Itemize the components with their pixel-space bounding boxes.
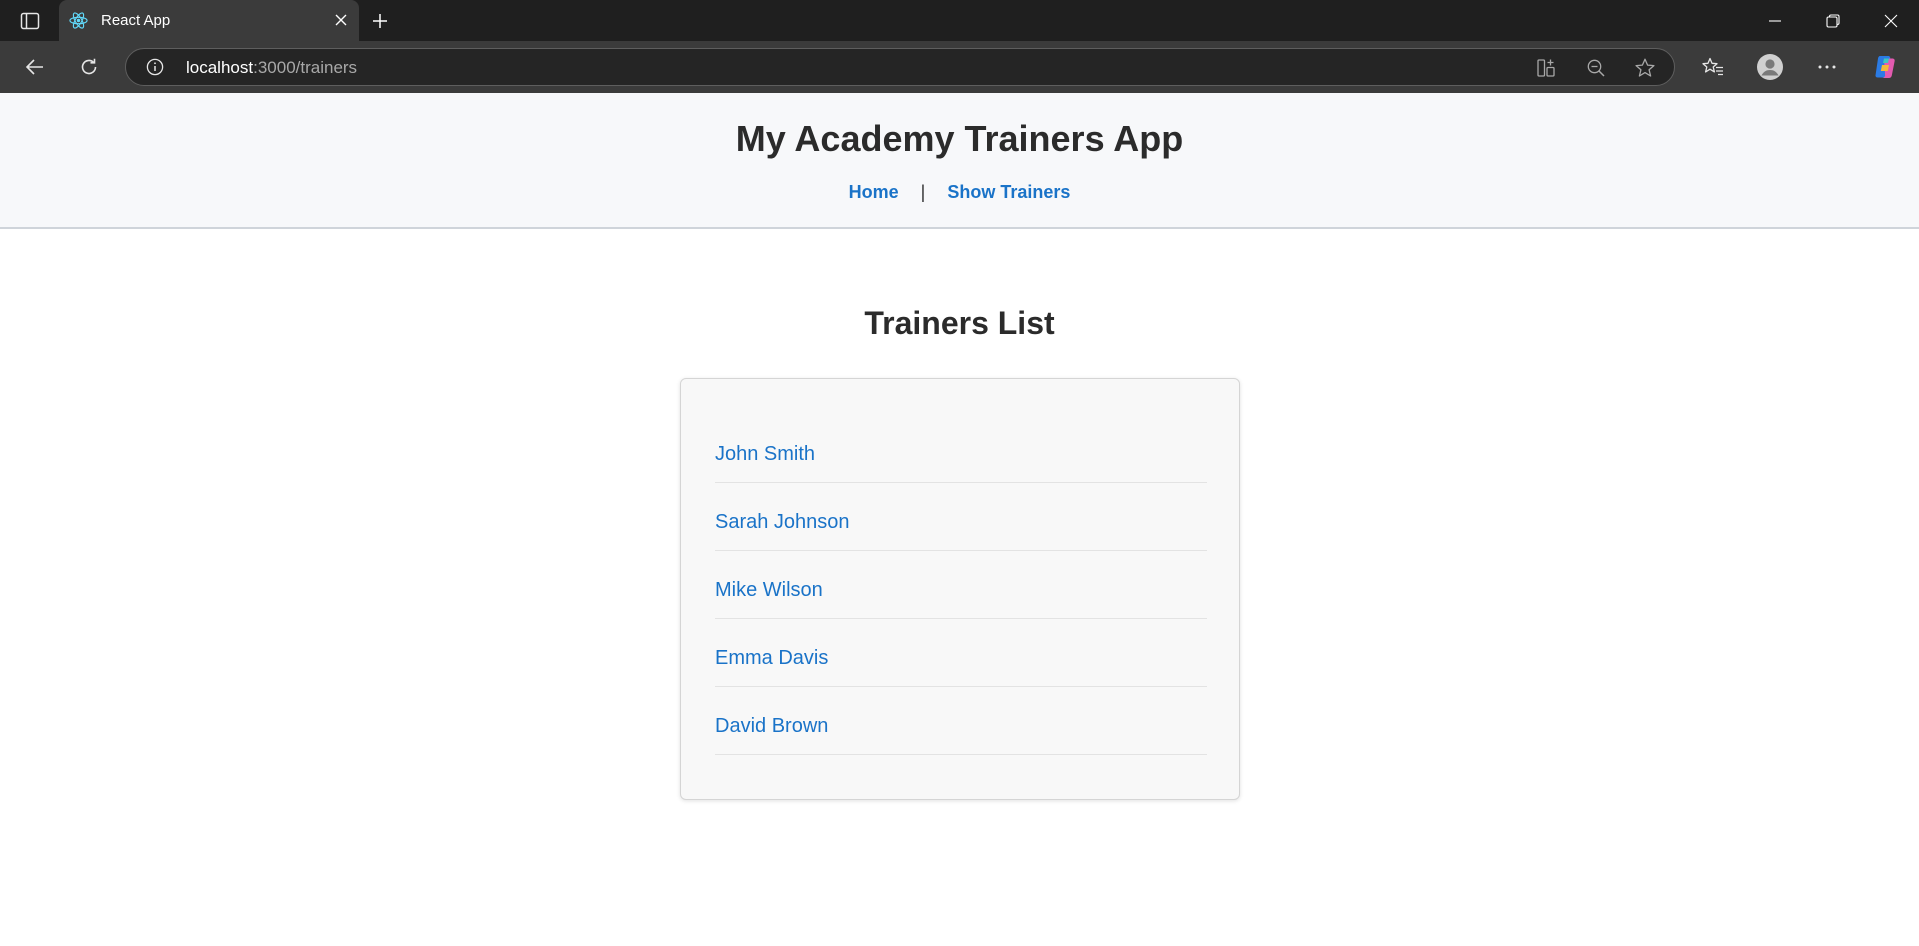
zoom-out-icon[interactable] <box>1585 57 1607 79</box>
minimize-icon[interactable] <box>1762 8 1788 34</box>
info-icon[interactable] <box>146 58 164 76</box>
app-title: My Academy Trainers App <box>735 118 1184 159</box>
tab-actions-icon[interactable] <box>14 8 46 34</box>
trainer-link[interactable]: David Brown <box>715 714 828 738</box>
copilot-icon[interactable] <box>1871 53 1899 81</box>
trainer-link[interactable]: Emma Davis <box>715 646 828 670</box>
nav-link-show-trainers[interactable]: Show Trainers <box>947 181 1070 203</box>
trainer-link[interactable]: Sarah Johnson <box>715 510 850 534</box>
trainer-link[interactable]: John Smith <box>715 442 815 466</box>
list-item: Mike Wilson <box>715 551 1207 619</box>
refresh-icon[interactable] <box>74 52 104 82</box>
profile-icon[interactable] <box>1756 53 1784 81</box>
nav-link-home[interactable]: Home <box>849 181 899 203</box>
apps-icon[interactable] <box>1535 57 1557 79</box>
url-path: :3000/trainers <box>253 58 358 77</box>
react-favicon-icon <box>69 11 88 30</box>
page-content: My Academy Trainers App Home | Show Trai… <box>0 93 1919 946</box>
trainer-link[interactable]: Mike Wilson <box>715 578 823 602</box>
url-text[interactable]: localhost:3000/trainers <box>186 58 357 78</box>
restore-icon[interactable] <box>1820 8 1846 34</box>
browser-toolbar: localhost:3000/trainers <box>0 41 1919 93</box>
list-item: John Smith <box>715 415 1207 483</box>
trainers-card: John Smith Sarah Johnson Mike Wilson Emm… <box>680 378 1240 800</box>
trainers-list: John Smith Sarah Johnson Mike Wilson Emm… <box>715 415 1207 755</box>
browser-tab-strip: React App <box>0 0 1919 41</box>
back-icon[interactable] <box>20 52 50 82</box>
plus-icon[interactable] <box>368 9 392 33</box>
close-window-icon[interactable] <box>1878 8 1904 34</box>
trainers-list-title: Trainers List <box>864 305 1055 341</box>
url-host: localhost <box>186 58 254 77</box>
star-icon[interactable] <box>1634 57 1656 79</box>
favorites-icon[interactable] <box>1699 53 1727 81</box>
list-item: David Brown <box>715 687 1207 755</box>
app-header: My Academy Trainers App Home | Show Trai… <box>0 93 1919 229</box>
browser-tab-active[interactable]: React App <box>59 0 359 41</box>
address-bar[interactable]: localhost:3000/trainers <box>125 48 1675 86</box>
main-nav: Home | Show Trainers <box>0 181 1919 203</box>
close-icon[interactable] <box>331 10 351 30</box>
list-item: Sarah Johnson <box>715 483 1207 551</box>
nav-separator: | <box>920 182 926 202</box>
more-icon[interactable] <box>1813 53 1841 81</box>
tab-title: React App <box>101 12 171 29</box>
list-item: Emma Davis <box>715 619 1207 687</box>
